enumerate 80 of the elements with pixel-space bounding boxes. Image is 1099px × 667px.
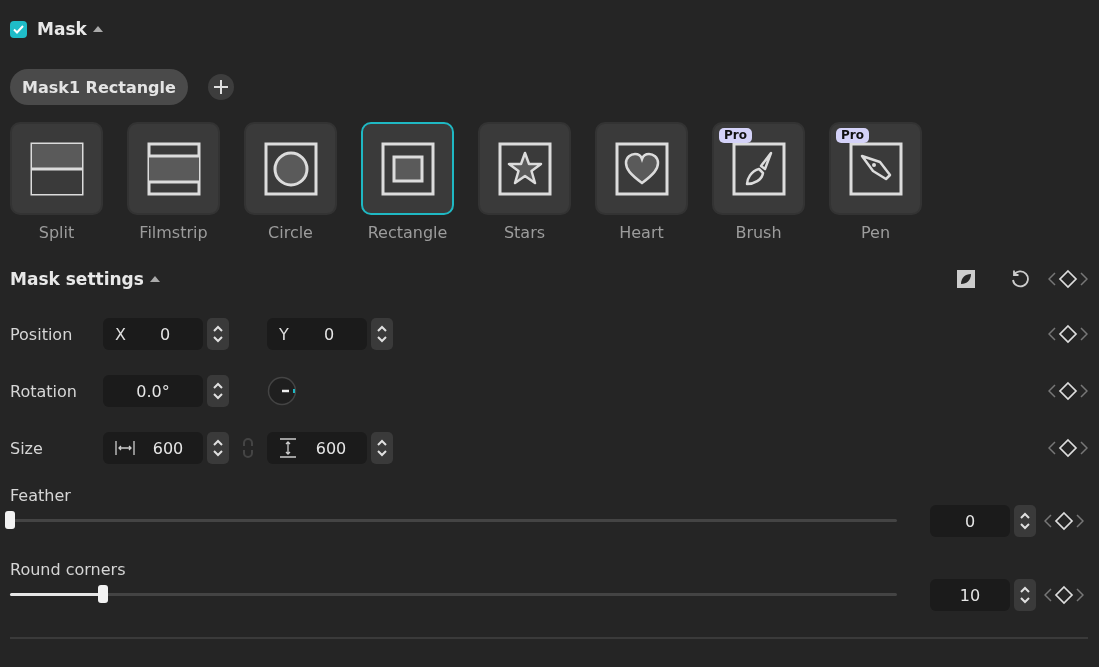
mask-tab[interactable]: Mask1 Rectangle	[10, 69, 188, 105]
number-field[interactable]: 0.0°	[103, 375, 203, 407]
add-button[interactable]	[207, 74, 234, 100]
stepper-button[interactable]	[207, 318, 229, 350]
shape-label: Stars	[503, 223, 546, 242]
chevron-left-icon[interactable]	[1048, 272, 1056, 286]
number-field[interactable]: Y 0	[267, 318, 367, 350]
chevron-right-icon[interactable]	[1076, 514, 1084, 528]
mask-invert-icon[interactable]	[956, 269, 976, 289]
stepper-button[interactable]	[371, 318, 393, 350]
section-title: Mask settings	[10, 269, 144, 289]
up-down-chevrons-icon	[212, 324, 224, 344]
reset-icon[interactable]	[1010, 269, 1030, 289]
up-down-chevrons-icon	[376, 438, 388, 458]
up-down-chevrons-icon	[212, 438, 224, 458]
number-field[interactable]: 600	[267, 432, 367, 464]
axis-label: Y	[279, 324, 290, 344]
chevron-left-icon[interactable]	[1044, 514, 1052, 528]
caret-icon[interactable]	[149, 276, 160, 282]
number-field[interactable]: 10	[930, 579, 1010, 611]
setting-label: Position	[10, 324, 74, 344]
shape-label: Rectangle	[367, 223, 448, 242]
slider-thumb[interactable]	[5, 511, 15, 529]
shape-tile[interactable]	[244, 122, 337, 215]
setting-label: Size	[10, 438, 44, 458]
stepper-button[interactable]	[207, 432, 229, 464]
shape-tile[interactable]	[127, 122, 220, 215]
shape-label: Split	[38, 223, 75, 242]
shape-label: Brush	[735, 223, 782, 242]
shape-label: Circle	[268, 223, 313, 242]
chevron-left-icon[interactable]	[1044, 588, 1052, 602]
section-title: Mask	[37, 19, 87, 39]
shape-tile[interactable]	[10, 122, 103, 215]
keyframe-diamond-icon[interactable]	[1058, 381, 1078, 401]
chevron-left-icon[interactable]	[1048, 441, 1056, 455]
height-arrows-icon	[279, 438, 297, 458]
number-field[interactable]: X 0	[103, 318, 203, 350]
chevron-right-icon[interactable]	[1080, 384, 1088, 398]
slider-thumb[interactable]	[98, 585, 109, 603]
stepper-button[interactable]	[207, 375, 229, 407]
setting-label: Rotation	[10, 381, 78, 401]
shape-label: Pen	[860, 223, 891, 242]
chevron-right-icon[interactable]	[1080, 272, 1088, 286]
stepper-button[interactable]	[1014, 505, 1036, 537]
keyframe-diamond-icon[interactable]	[1054, 511, 1074, 531]
checkmark-icon	[13, 24, 24, 34]
caret-icon[interactable]	[92, 26, 103, 32]
up-down-chevrons-icon	[376, 324, 388, 344]
keyframe-diamond-icon[interactable]	[1058, 324, 1078, 344]
keyframe-diamond-icon[interactable]	[1054, 585, 1074, 605]
stepper-button[interactable]	[1014, 579, 1036, 611]
chevron-right-icon[interactable]	[1080, 327, 1088, 341]
chevron-right-icon[interactable]	[1076, 588, 1084, 602]
shape-tile[interactable]: Pro	[829, 122, 922, 215]
pro-badge: Pro	[719, 128, 752, 143]
keyframe-diamond-icon[interactable]	[1058, 269, 1078, 289]
pro-badge: Pro	[836, 128, 869, 143]
up-down-chevrons-icon	[212, 381, 224, 401]
width-arrows-icon	[115, 440, 135, 456]
plus-icon	[213, 80, 228, 94]
chevron-right-icon[interactable]	[1080, 441, 1088, 455]
shape-tile[interactable]	[595, 122, 688, 215]
axis-label: X	[115, 324, 127, 344]
chevron-left-icon[interactable]	[1048, 384, 1056, 398]
shape-label: Filmstrip	[139, 223, 208, 242]
chevron-left-icon[interactable]	[1048, 327, 1056, 341]
number-field[interactable]: 600	[103, 432, 203, 464]
slider-label: Feather	[10, 486, 72, 505]
keyframe-diamond-icon[interactable]	[1058, 438, 1078, 458]
slider-label: Round corners	[10, 560, 127, 579]
number-field[interactable]: 0	[930, 505, 1010, 537]
up-down-chevrons-icon	[1019, 511, 1031, 531]
shape-tile[interactable]	[478, 122, 571, 215]
rotation-dial-icon[interactable]	[267, 376, 297, 406]
up-down-chevrons-icon	[1019, 585, 1031, 605]
shape-label: Heart	[619, 223, 664, 242]
shape-tile[interactable]: Pro	[712, 122, 805, 215]
shape-tile[interactable]	[361, 122, 454, 215]
stepper-button[interactable]	[371, 432, 393, 464]
checkbox[interactable]	[10, 20, 27, 38]
